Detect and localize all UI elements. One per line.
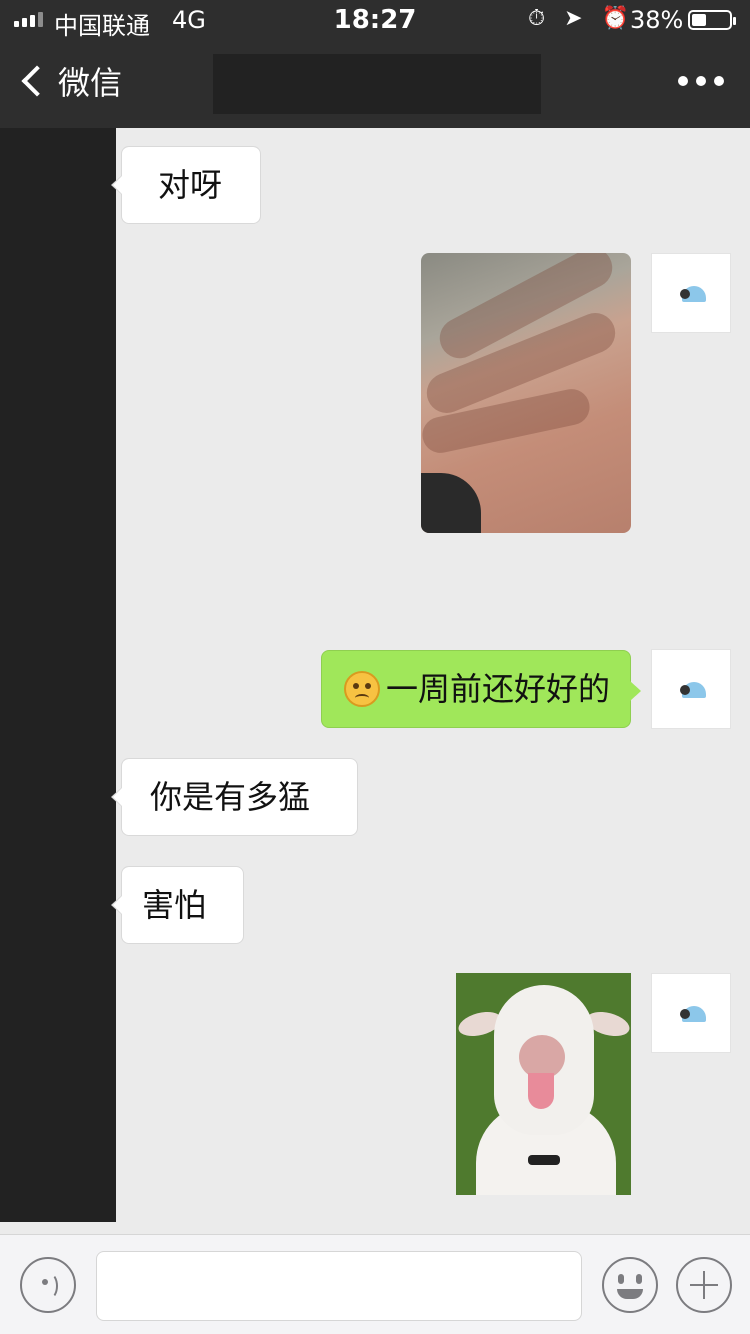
status-icons: ⏱ ➤ ⏰ (528, 6, 635, 31)
incoming-message-bubble[interactable]: 对呀 (111, 146, 261, 224)
my-avatar[interactable] (651, 253, 731, 333)
chevron-left-icon (21, 65, 53, 97)
battery-icon (688, 10, 736, 30)
goat-sticker-message[interactable] (456, 973, 631, 1195)
incoming-avatar-redaction (0, 128, 116, 1222)
message-text: 你是有多猛 (150, 778, 311, 816)
worried-face-emoji-icon (344, 671, 380, 707)
message-text: 害怕 (142, 886, 207, 924)
hand-photo-message[interactable] (421, 253, 631, 533)
chat-input-bar (0, 1234, 750, 1334)
chat-title-redacted (213, 54, 541, 114)
my-avatar[interactable] (651, 649, 731, 729)
incoming-message-bubble[interactable]: 害怕 (111, 866, 244, 944)
emoji-icon[interactable] (602, 1257, 658, 1313)
plus-icon[interactable] (676, 1257, 732, 1313)
back-label: 微信 (58, 64, 123, 102)
battery-percent: 38% (630, 6, 684, 34)
incoming-message-bubble[interactable]: 你是有多猛 (111, 758, 358, 836)
my-avatar[interactable] (651, 973, 731, 1053)
back-button[interactable]: 微信 (18, 58, 122, 104)
status-bar: 中国联通 4G 18:27 ⏱ ➤ ⏰ 38% (0, 0, 750, 40)
voice-icon[interactable] (20, 1257, 76, 1313)
chat-header: 微信 (0, 40, 750, 128)
more-dots-icon[interactable] (678, 76, 724, 86)
message-input[interactable] (96, 1251, 582, 1321)
message-text: 对呀 (158, 166, 223, 204)
message-text: 一周前还好好的 (386, 670, 611, 708)
outgoing-message-bubble[interactable]: 一周前还好好的 (321, 650, 641, 728)
